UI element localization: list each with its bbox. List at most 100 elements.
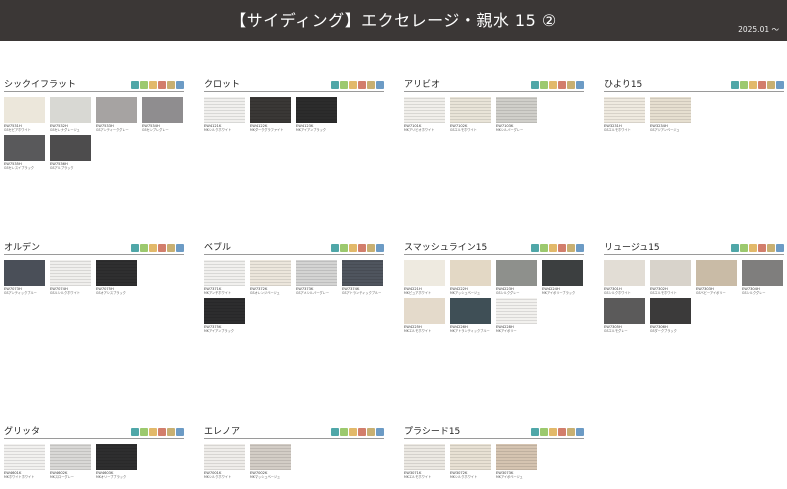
feature-badge-icon [367,81,375,89]
section-header: オルデン [4,242,184,255]
color-swatch[interactable]: EW3234H GSアジアンベージュ [650,97,691,132]
product-section: リュージュ15 EW7301H GSシルクホワイト EW7302H GSエルモホワイト E… [604,242,784,336]
color-swatch[interactable]: EW4121K MKシルクホワイト [204,97,245,132]
feature-badge-icon [176,428,184,436]
color-swatch[interactable]: EW7102K GSエルモホワイト [450,97,491,132]
color-swatch[interactable]: EW4601K MKホワイトホワイト [4,444,45,479]
color-swatch[interactable]: EW7075H GSオアシスブラック [96,260,137,295]
color-swatch[interactable]: EW7535H GSセレスイブラック [4,135,45,170]
feature-badge-icon [176,81,184,89]
swatch-name: MKダークグラファイト [250,128,284,132]
swatch-name: GSシルクグレー [496,291,520,295]
swatch-chip [96,97,137,123]
color-swatch[interactable]: EW7302H GSエルモホワイト [650,260,691,295]
feature-badges [731,244,784,252]
feature-badges [331,81,384,89]
color-swatch[interactable]: EW4603K MKオリーブブラック [96,444,137,479]
swatch-chip [204,260,245,286]
color-swatch[interactable]: EW3231H GSエルモホワイト [604,97,645,132]
color-swatch[interactable]: EW7303H GSベビーアイボリー [696,260,737,295]
color-swatch[interactable]: EW4228H MKアイボリー [496,298,537,333]
swatch-chip [4,260,45,286]
swatch-name: GSアメシルバーグレー [296,291,330,295]
feature-badges [131,428,184,436]
color-swatch[interactable]: EW7001K MKシルクホワイト [204,444,245,479]
feature-badge-icon [331,81,339,89]
swatch-name: GSエルモホワイト [604,128,631,132]
feature-badge-icon [149,244,157,252]
page-header: 【サイディング】エクセレージ・親水 15 ② 2025.01 〜 [0,0,787,41]
product-section: ベブル EW7371K MKアンチホワイト EW7372K GSオレンジベージュ EW73… [204,242,384,336]
color-swatch[interactable]: EW7073H GSアンティックブルー [4,260,45,295]
color-swatch[interactable]: EW7074H GSルシルクホワイト [50,260,91,295]
swatch-name: GSセピアホワイト [4,128,31,132]
feature-badge-icon [758,244,766,252]
swatch-grid: EW7073H GSアンティックブルー EW7074H GSルシルクホワイト EW707… [4,260,184,298]
feature-badge-icon [376,81,384,89]
color-swatch[interactable]: EW7536H GSアルブラック [50,135,91,170]
color-swatch[interactable]: EW4123K MKアイアンブラック [296,97,337,132]
color-swatch[interactable]: EW4226H MKアトランティックブルー [450,298,491,333]
product-section: オルデン EW7073H GSアンティックブルー EW7074H GSルシルクホワイト E… [4,242,184,298]
feature-badge-icon [749,81,757,89]
product-section: スマッシュライン15 EW4221H MKピュアホワイト EW4222H MKアッシュベ… [404,242,584,336]
feature-badge-icon [749,244,757,252]
swatch-grid: EW3071K MKエルモホワイト EW3072K MKシルクホワイト EW3073K M… [404,444,584,482]
swatch-name: GSセンプレグレー [142,128,169,132]
color-swatch[interactable]: EW7532H GSセレナグレージュ [50,97,91,132]
color-swatch[interactable]: EW7101K MKアリビオホワイト [404,97,445,132]
color-swatch[interactable]: EW7304H GSシルクグレー [742,260,783,295]
product-section: クロット EW4121K MKシルクホワイト EW4122K MKダークグラファイト EW… [204,79,384,135]
color-swatch[interactable]: EW7534H GSセンプレグレー [142,97,183,132]
color-swatch[interactable]: EW4221H MKピュアホワイト [404,260,445,295]
color-swatch[interactable]: EW7103K MKシルバーグレー [496,97,537,132]
feature-badge-icon [349,428,357,436]
swatch-name: GSシルクホワイト [604,291,631,295]
feature-badge-icon [331,244,339,252]
swatch-chip [450,97,491,123]
color-swatch[interactable]: EW4225H MKエルモホワイト [404,298,445,333]
feature-badge-icon [149,81,157,89]
color-swatch[interactable]: EW4223H GSシルクグレー [496,260,537,295]
feature-badge-icon [767,244,775,252]
feature-badge-icon [340,244,348,252]
color-swatch[interactable]: EW4224H MKアイボリーブラック [542,260,583,295]
color-swatch[interactable]: EW7374K GSアトランティックブルー [342,260,383,295]
color-swatch[interactable]: EW7373K GSアメシルバーグレー [296,260,337,295]
color-swatch[interactable]: EW3073K MKアイボベージュ [496,444,537,479]
swatch-chip [496,260,537,286]
color-swatch[interactable]: EW7301H GSシルクホワイト [604,260,645,295]
feature-badge-icon [767,81,775,89]
color-swatch[interactable]: EW7305H GSエルモグレー [604,298,645,333]
swatch-chip [50,97,91,123]
swatch-chip [296,260,337,286]
color-swatch[interactable]: EW7002K MKマッシュベージュ [250,444,291,479]
feature-badge-icon [567,244,575,252]
swatch-name: MKスローグレー [50,475,74,479]
color-swatch[interactable]: EW7533H GSアンティークグレー [96,97,137,132]
swatch-name: MKオリーブブラック [96,475,127,479]
swatch-name: GSセレナグレージュ [50,128,80,132]
feature-badges [331,428,384,436]
color-swatch[interactable]: EW7306H GSダークブラック [650,298,691,333]
swatch-chip [4,97,45,123]
section-header: エレノア [204,426,384,439]
swatch-name: MKアイボベージュ [496,475,523,479]
feature-badge-icon [740,244,748,252]
color-swatch[interactable]: EW3071K MKエルモホワイト [404,444,445,479]
feature-badge-icon [758,81,766,89]
color-swatch[interactable]: EW4122K MKダークグラファイト [250,97,291,132]
swatch-chip [342,260,383,286]
feature-badge-icon [367,244,375,252]
color-swatch[interactable]: EW4602K MKスローグレー [50,444,91,479]
color-swatch[interactable]: EW7371K MKアンチホワイト [204,260,245,295]
color-swatch[interactable]: EW7375K MKアイアンブラック [204,298,245,333]
color-swatch[interactable]: EW3072K MKシルクホワイト [450,444,491,479]
swatch-name: GSシルクグレー [742,291,766,295]
swatch-chip [50,260,91,286]
section-header: ベブル [204,242,384,255]
product-section: グリッタ EW4601K MKホワイトホワイト EW4602K MKスローグレー EW46… [4,426,184,482]
color-swatch[interactable]: EW4222H MKアッシュベージュ [450,260,491,295]
color-swatch[interactable]: EW7372K GSオレンジベージュ [250,260,291,295]
color-swatch[interactable]: EW7531H GSセピアホワイト [4,97,45,132]
